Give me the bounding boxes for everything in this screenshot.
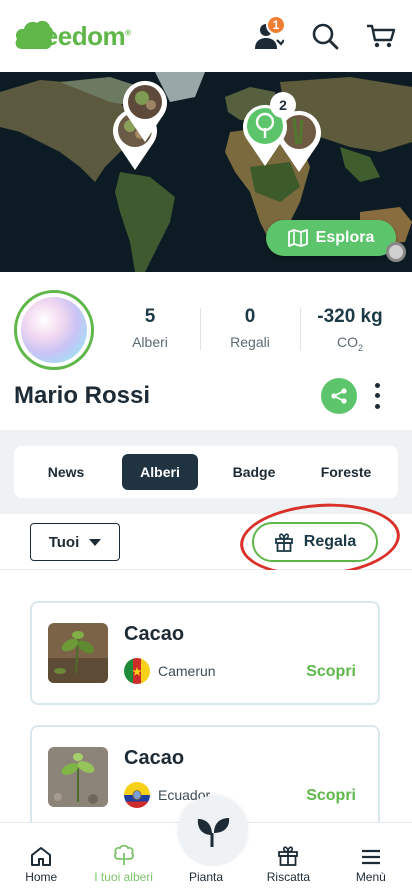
ecuador-flag-icon: [124, 782, 150, 808]
notification-badge: 1: [266, 15, 286, 35]
nav-my-trees[interactable]: I tuoi alberi: [82, 823, 164, 896]
stat-co2-value: -320 kg: [317, 306, 383, 327]
tree-photo: [48, 747, 108, 807]
user-name: Mario Rossi: [14, 382, 151, 409]
search-button[interactable]: [308, 19, 342, 53]
tab-news[interactable]: News: [20, 454, 112, 490]
tab-foreste[interactable]: Foreste: [300, 454, 392, 490]
nav-my-trees-label: I tuoi alberi: [94, 870, 153, 884]
stat-trees-label: Alberi: [132, 334, 168, 350]
more-dot-icon: [374, 393, 380, 399]
menu-icon: [361, 849, 380, 865]
stat-co2-label: CO2: [300, 334, 400, 353]
stat-co2-label-text: CO: [336, 334, 358, 350]
profile-button[interactable]: 1: [252, 15, 286, 53]
tree-photo: [48, 623, 108, 683]
tree-name: Cacao: [124, 747, 185, 769]
cluster-count: 2: [279, 97, 287, 113]
profile-stats: 5 Alberi 0 Regali -320 kg CO2: [100, 306, 400, 353]
registered-mark: ®: [125, 27, 131, 37]
map-icon: [287, 229, 308, 247]
logo-wordmark: treedom: [26, 20, 126, 51]
tree-thumbnail: [48, 623, 108, 683]
more-options-button[interactable]: [368, 380, 386, 412]
tab-alberi[interactable]: Alberi: [122, 454, 198, 490]
chevron-down-icon: [89, 538, 102, 546]
stat-trees[interactable]: 5 Alberi: [100, 306, 200, 353]
tab-bar: News Alberi Badge Foreste: [14, 446, 398, 498]
cluster-count-badge: 2: [270, 92, 296, 118]
sprout-icon: [197, 818, 230, 847]
search-icon: [312, 23, 339, 50]
share-icon: [331, 388, 347, 404]
owner-filter-select[interactable]: Tuoi: [30, 523, 120, 561]
cart-button[interactable]: [364, 19, 398, 53]
avatar[interactable]: [14, 290, 94, 370]
tree-list: Cacao Camerun Scopri Cacao Ecuador Scopr…: [0, 570, 412, 822]
stat-gifts-label: Regali: [230, 334, 270, 350]
nav-menu-label: Menù: [355, 870, 386, 884]
tree-country: Camerun: [124, 658, 216, 684]
nav-home-label: Home: [25, 870, 58, 884]
cart-icon: [367, 24, 396, 48]
profile-section: 5 Alberi 0 Regali -320 kg CO2 Mario Ross…: [0, 272, 412, 430]
avatar-image: [21, 297, 87, 363]
cameroon-flag-icon: [124, 658, 150, 684]
discover-link[interactable]: Scopri: [306, 787, 356, 805]
owner-filter-value: Tuoi: [48, 533, 80, 551]
stat-co2-subscript: 2: [357, 342, 363, 353]
nav-redeem-label: Riscatta: [266, 870, 311, 884]
discover-link[interactable]: Scopri: [306, 663, 356, 681]
logo-text: treedom®: [26, 20, 131, 52]
home-icon: [31, 847, 52, 866]
tree-name: Cacao: [124, 623, 185, 645]
tree-country-name: Camerun: [158, 663, 216, 679]
tree-icon: [113, 844, 134, 865]
more-dot-icon: [374, 404, 380, 410]
tab-badge[interactable]: Badge: [208, 454, 300, 490]
explore-label: Esplora: [315, 229, 375, 246]
map-pin-americas-2[interactable]: [120, 78, 170, 144]
plant-button[interactable]: [178, 796, 248, 866]
stat-gifts-value: 0: [244, 306, 256, 327]
nav-plant-label: Pianta: [189, 870, 224, 884]
stat-co2[interactable]: -320 kg CO2: [300, 306, 400, 353]
explore-button[interactable]: Esplora: [266, 220, 396, 256]
nav-redeem[interactable]: Riscatta: [247, 823, 329, 896]
tree-card[interactable]: Cacao Camerun Scopri: [30, 601, 380, 705]
stat-gifts[interactable]: 0 Regali: [200, 306, 300, 353]
tabs-section: News Alberi Badge Foreste: [0, 430, 412, 514]
treedom-logo[interactable]: treedom®: [14, 19, 131, 53]
tree-map[interactable]: 2 Esplora: [0, 72, 412, 272]
tree-thumbnail: [48, 747, 108, 807]
nav-menu[interactable]: Menù: [330, 823, 412, 896]
stat-trees-value: 5: [144, 306, 156, 327]
app-header: treedom® 1: [0, 0, 412, 72]
more-dot-icon: [374, 382, 380, 388]
share-button[interactable]: [321, 378, 357, 414]
map-info-dot[interactable]: [386, 242, 406, 262]
nav-home[interactable]: Home: [0, 823, 82, 896]
gift-icon: [278, 846, 299, 866]
